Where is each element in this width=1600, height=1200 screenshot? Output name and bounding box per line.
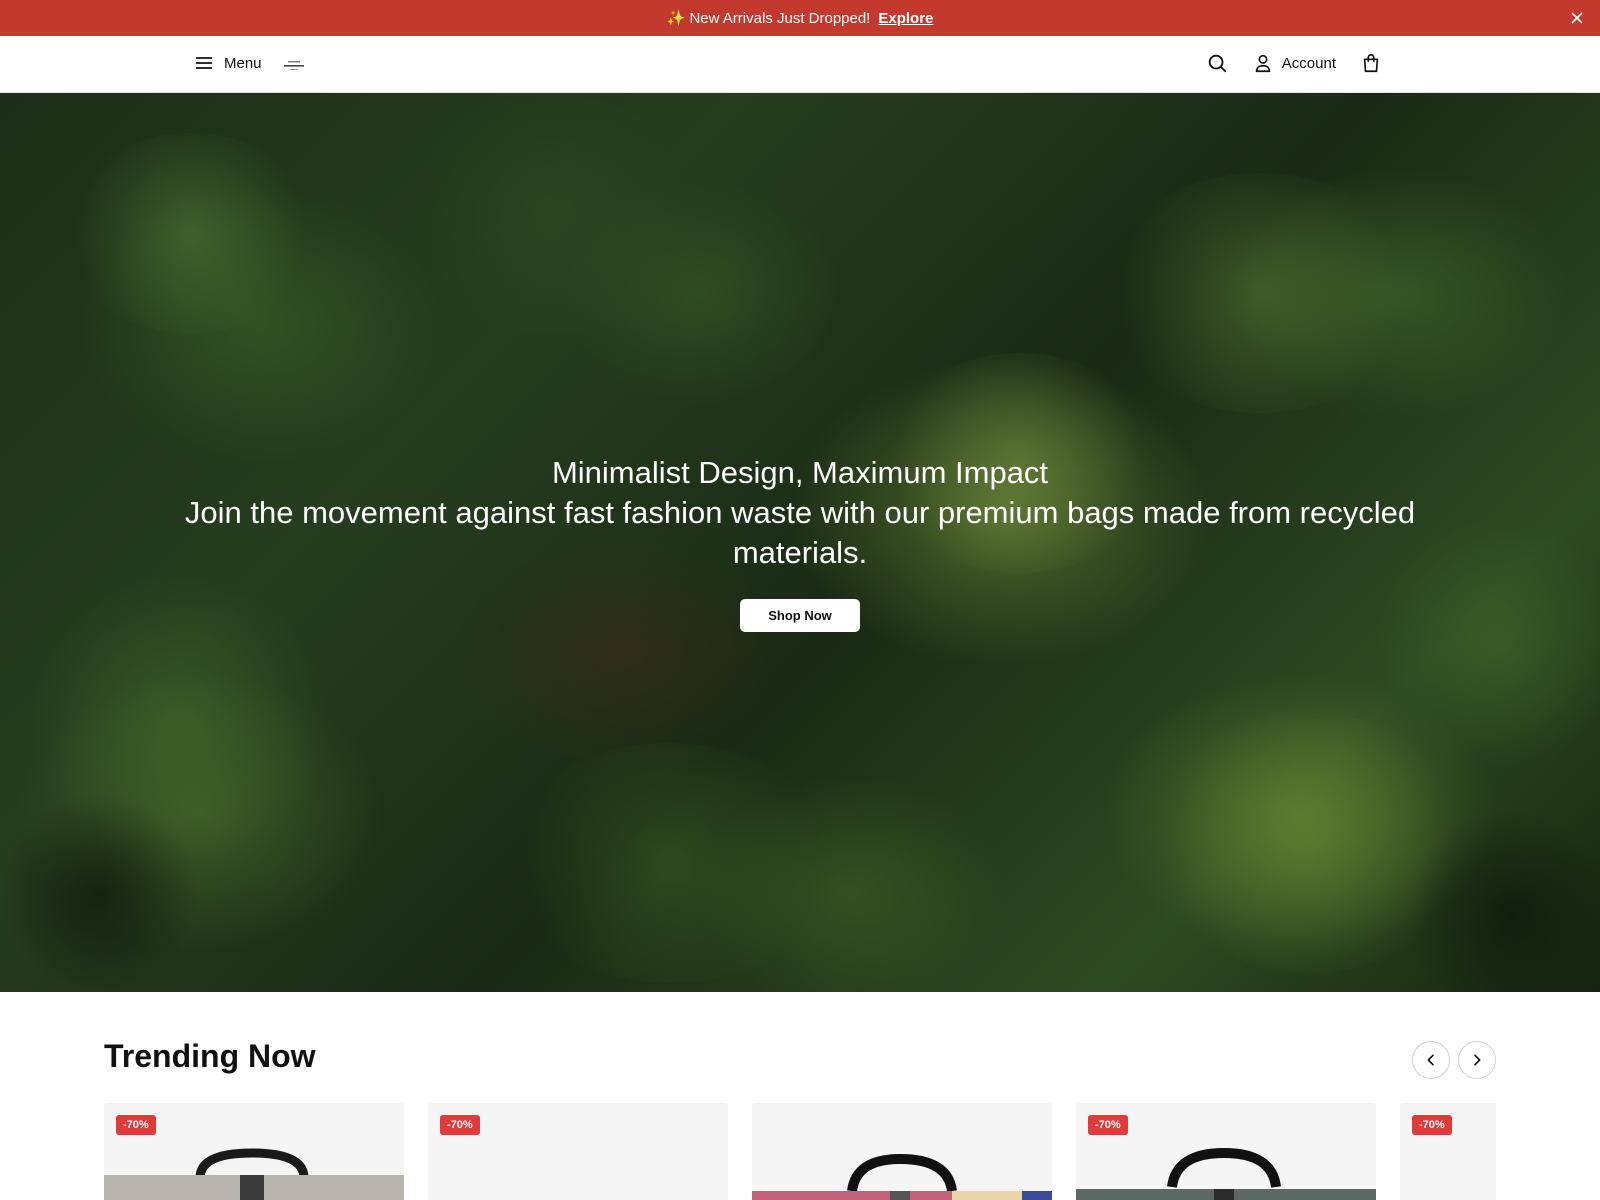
explore-link[interactable]: Explore [878, 10, 933, 27]
shop-now-button[interactable]: Shop Now [740, 599, 860, 632]
hamburger-icon [195, 57, 213, 69]
product-card[interactable]: -70% [1400, 1103, 1496, 1200]
site-header: Menu Account [0, 36, 1600, 93]
search-icon[interactable] [1206, 52, 1228, 74]
product-card[interactable]: -70% [1076, 1103, 1376, 1200]
menu-label: Menu [224, 54, 262, 72]
announcement-bar: ✨ New Arrivals Just Dropped! Explore [0, 0, 1600, 36]
chevron-left-icon [1427, 1054, 1434, 1066]
product-card[interactable]: -70% [428, 1103, 728, 1200]
user-icon [1255, 54, 1271, 73]
announcement-message: ✨ New Arrivals Just Dropped! [666, 10, 871, 27]
discount-badge: -70% [1088, 1115, 1128, 1135]
discount-badge: -70% [116, 1115, 156, 1135]
close-icon[interactable] [1568, 9, 1586, 27]
product-carousel: -70% -70% -70% -70% [104, 1103, 1496, 1200]
carousel-prev-button[interactable] [1412, 1041, 1450, 1079]
discount-badge: -70% [440, 1115, 480, 1135]
menu-button[interactable]: Menu [194, 53, 262, 73]
hero-subtitle: Join the movement against fast fashion w… [184, 495, 1416, 570]
product-image [752, 1153, 1052, 1200]
shopping-bag-icon[interactable] [1360, 52, 1382, 74]
account-button[interactable]: Account [1252, 52, 1336, 74]
product-card[interactable] [752, 1103, 1052, 1200]
hero-content: Minimalist Design, Maximum Impact Join t… [0, 453, 1600, 632]
product-card[interactable]: -70% [104, 1103, 404, 1200]
header-actions: Account [1206, 52, 1382, 74]
carousel-next-button[interactable] [1458, 1041, 1496, 1079]
account-label: Account [1281, 54, 1336, 72]
brand-logo[interactable] [282, 58, 306, 72]
discount-badge: -70% [1412, 1115, 1452, 1135]
hero-title: Minimalist Design, Maximum Impact [551, 455, 1049, 490]
section-title: Trending Now [104, 1038, 316, 1074]
chevron-right-icon [1474, 1054, 1481, 1066]
hero-banner: Minimalist Design, Maximum Impact Join t… [0, 93, 1600, 992]
